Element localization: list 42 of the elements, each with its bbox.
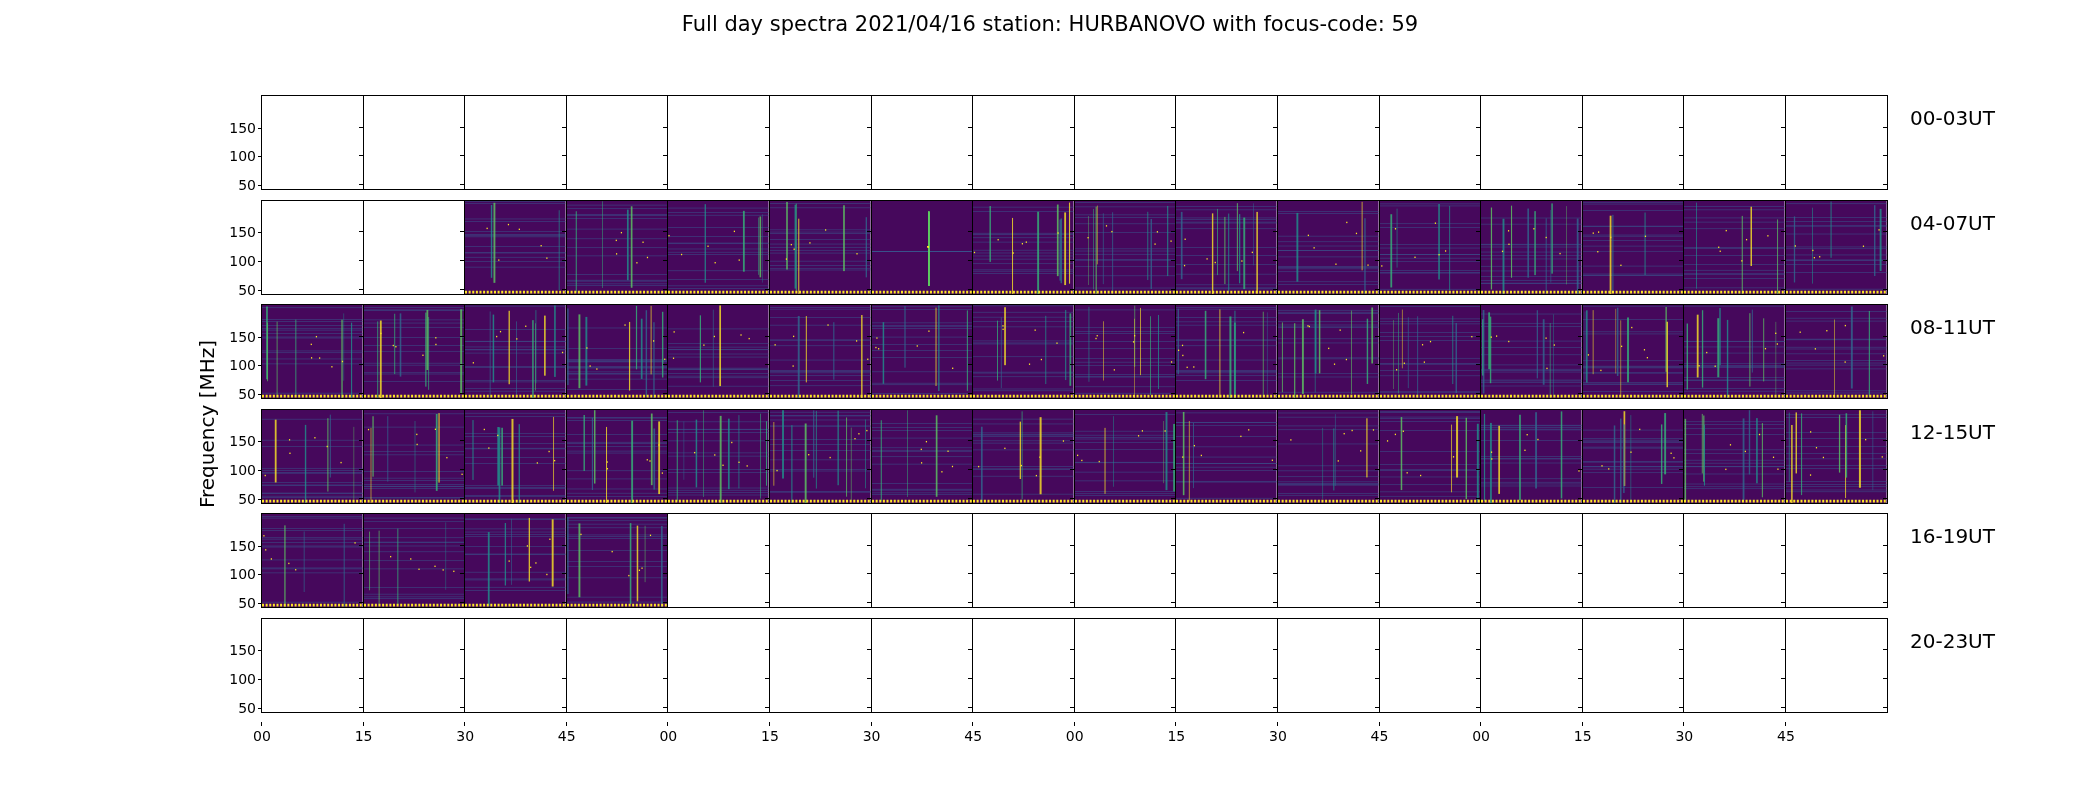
y-tick-label: 50 bbox=[238, 596, 256, 611]
x-tick-label: 45 bbox=[1370, 728, 1389, 744]
y-tick-label: 150 bbox=[229, 643, 256, 658]
y-tick-label: 50 bbox=[238, 491, 256, 506]
y-tick-label: 50 bbox=[238, 178, 256, 193]
x-tick-label: 30 bbox=[1675, 728, 1694, 744]
x-tick-label: 45 bbox=[1777, 728, 1795, 744]
y-tick-label: 150 bbox=[229, 120, 256, 135]
y-tick-label: 50 bbox=[238, 387, 256, 402]
figure-title: Full day spectra 2021/04/16 station: HURBANOVO with focus-code: 59 bbox=[681, 12, 1419, 36]
row-time-label: 00-03UT bbox=[1909, 105, 1995, 130]
y-tick-label: 50 bbox=[238, 700, 256, 715]
x-tick-label: 00 bbox=[253, 728, 271, 744]
x-tick-label: 00 bbox=[659, 728, 678, 744]
x-tick-label: 45 bbox=[557, 728, 576, 744]
x-tick-label: 30 bbox=[862, 728, 881, 744]
y-tick-label: 150 bbox=[229, 538, 256, 553]
x-tick-label: 30 bbox=[1269, 728, 1287, 744]
x-tick-label: 15 bbox=[761, 728, 779, 744]
row-time-label: 08-11UT bbox=[1909, 314, 1995, 339]
x-tick-label: 00 bbox=[1065, 728, 1084, 744]
row-time-label: 16-19UT bbox=[1909, 523, 1995, 548]
x-tick-label: 30 bbox=[456, 728, 475, 744]
y-tick-label: 100 bbox=[229, 149, 256, 164]
y-tick-label: 150 bbox=[229, 329, 256, 344]
row-time-label: 04-07UT bbox=[1909, 209, 1995, 235]
y-tick-label: 100 bbox=[229, 358, 256, 373]
y-tick-label: 50 bbox=[238, 282, 256, 297]
y-tick-label: 100 bbox=[229, 253, 256, 268]
y-tick-label: 100 bbox=[229, 462, 256, 477]
y-tick-label: 150 bbox=[229, 434, 256, 449]
row-time-label: 12-15UT bbox=[1909, 418, 1995, 444]
x-tick-label: 15 bbox=[1573, 728, 1592, 744]
x-tick-label: 00 bbox=[1472, 728, 1491, 744]
row-time-label: 20-23UT bbox=[1909, 627, 1995, 653]
x-tick-label: 15 bbox=[1167, 728, 1186, 744]
y-tick-label: 150 bbox=[229, 225, 256, 240]
y-axis-label: Frequency [MHz] bbox=[195, 339, 219, 508]
x-tick-label: 15 bbox=[354, 728, 373, 744]
y-tick-label: 100 bbox=[229, 567, 256, 582]
x-tick-label: 45 bbox=[964, 728, 983, 744]
y-tick-label: 100 bbox=[229, 671, 256, 686]
